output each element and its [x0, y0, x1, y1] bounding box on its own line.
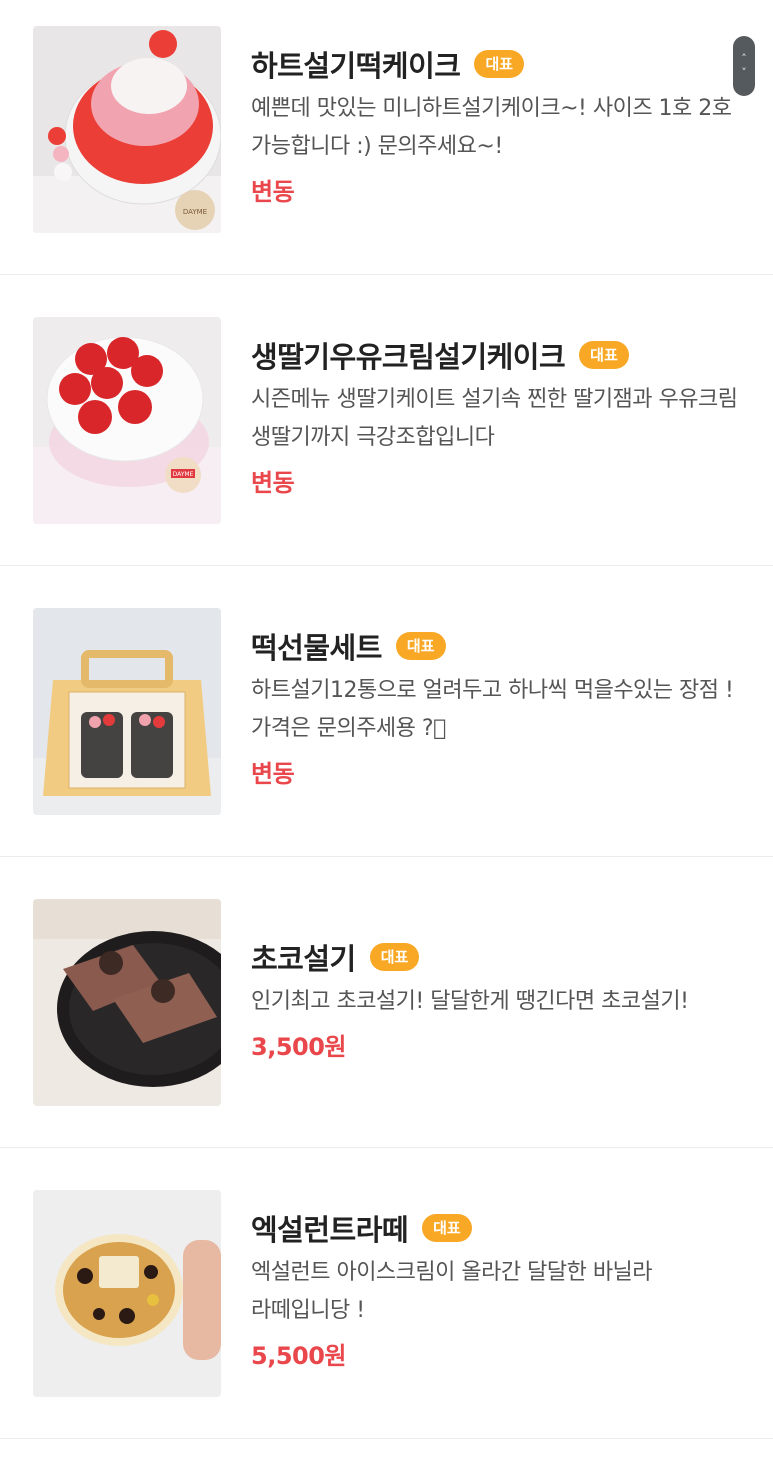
- menu-item-info: 떡선물세트 대표 하트설기12통으로 얼려두고 하나씩 먹을수있는 장점 ! 가…: [251, 626, 743, 789]
- menu-item-title: 엑설런트라떼: [251, 1213, 409, 1247]
- signature-badge: 대표: [474, 50, 525, 78]
- menu-item-description: 인기최고 초코설기! 달달한게 땡긴다면 초코설기!: [251, 989, 689, 1014]
- latte-image: [33, 1190, 221, 1397]
- menu-item-description: 예쁜데 맛있는 미니하트설기케이크~! 사이즈 1호 2호 가능합니다 :) 문…: [251, 96, 732, 159]
- signature-badge: 대표: [395, 632, 446, 660]
- menu-item-info: 하트설기떡케이크 대표 예쁜데 맛있는 미니하트설기케이크~! 사이즈 1호 2…: [251, 44, 743, 207]
- menu-item[interactable]: 엑설런트라떼 대표 엑설런트 아이스크림이 올라간 달달한 바닐라 라떼입니당 …: [0, 1148, 773, 1439]
- menu-item-price: 변동: [251, 178, 295, 206]
- svg-text:DAYME: DAYME: [183, 208, 207, 216]
- menu-item[interactable]: 초코설기 대표 인기최고 초코설기! 달달한게 땡긴다면 초코설기! 3,500…: [0, 857, 773, 1148]
- menu-item-price: 변동: [251, 760, 295, 788]
- title-row: 하트설기떡케이크 대표: [251, 44, 743, 84]
- title-row: 떡선물세트 대표: [251, 626, 743, 666]
- menu-item-price: 3,500원: [251, 1033, 347, 1061]
- menu-item-title: 초코설기: [251, 942, 356, 976]
- menu-item-price: 변동: [251, 469, 295, 497]
- scroll-indicator[interactable]: ˄ ˅: [733, 36, 755, 96]
- title-row: 초코설기 대표: [251, 937, 743, 977]
- heart-rice-cake-image: DAYME: [33, 26, 221, 233]
- chevron-up-icon[interactable]: ˄: [741, 52, 747, 66]
- menu-item-description: 시즌메뉴 생딸기케이트 설기속 찐한 딸기잼과 우유크림 생딸기까지 극강조합입…: [251, 387, 738, 450]
- menu-item-title: 떡선물세트: [251, 631, 382, 665]
- menu-item-title: 생딸기우유크림설기케이크: [251, 340, 566, 374]
- strawberry-cake-image: DAYME: [33, 317, 221, 524]
- menu-item[interactable]: DAYME 생딸기우유크림설기케이크 대표 시즌메뉴 생딸기케이트 설기속 찐한…: [0, 275, 773, 566]
- menu-item[interactable]: 떡선물세트 대표 하트설기12통으로 얼려두고 하나씩 먹을수있는 장점 ! 가…: [0, 566, 773, 857]
- menu-item-description: 엑설런트 아이스크림이 올라간 달달한 바닐라 라떼입니당 !: [251, 1260, 653, 1323]
- signature-badge: 대표: [422, 1214, 472, 1242]
- svg-text:DAYME: DAYME: [173, 471, 194, 478]
- title-row: 엑설런트라떼 대표: [251, 1208, 743, 1248]
- menu-item-info: 엑설런트라떼 대표 엑설런트 아이스크림이 올라간 달달한 바닐라 라떼입니당 …: [251, 1208, 743, 1371]
- menu-item-info: 초코설기 대표 인기최고 초코설기! 달달한게 땡긴다면 초코설기! 3,500…: [251, 937, 743, 1062]
- signature-badge: 대표: [369, 943, 420, 971]
- title-row: 생딸기우유크림설기케이크 대표: [251, 335, 743, 375]
- choco-seolgi-image: [33, 899, 221, 1106]
- gift-box-image: [33, 608, 221, 815]
- menu-item-price: 5,500원: [251, 1342, 347, 1370]
- menu-item-description: 하트설기12통으로 얼려두고 하나씩 먹을수있는 장점 ! 가격은 문의주세용 …: [251, 678, 734, 741]
- menu-item[interactable]: DAYME 하트설기떡케이크 대표 예쁜데 맛있는 미니하트설기케이크~! 사이…: [0, 0, 773, 275]
- chevron-down-icon[interactable]: ˅: [741, 66, 747, 80]
- signature-badge: 대표: [579, 341, 629, 369]
- menu-item-info: 생딸기우유크림설기케이크 대표 시즌메뉴 생딸기케이트 설기속 찐한 딸기잼과 …: [251, 335, 743, 498]
- menu-list: DAYME 하트설기떡케이크 대표 예쁜데 맛있는 미니하트설기케이크~! 사이…: [0, 0, 773, 1439]
- menu-item-title: 하트설기떡케이크: [251, 49, 461, 83]
